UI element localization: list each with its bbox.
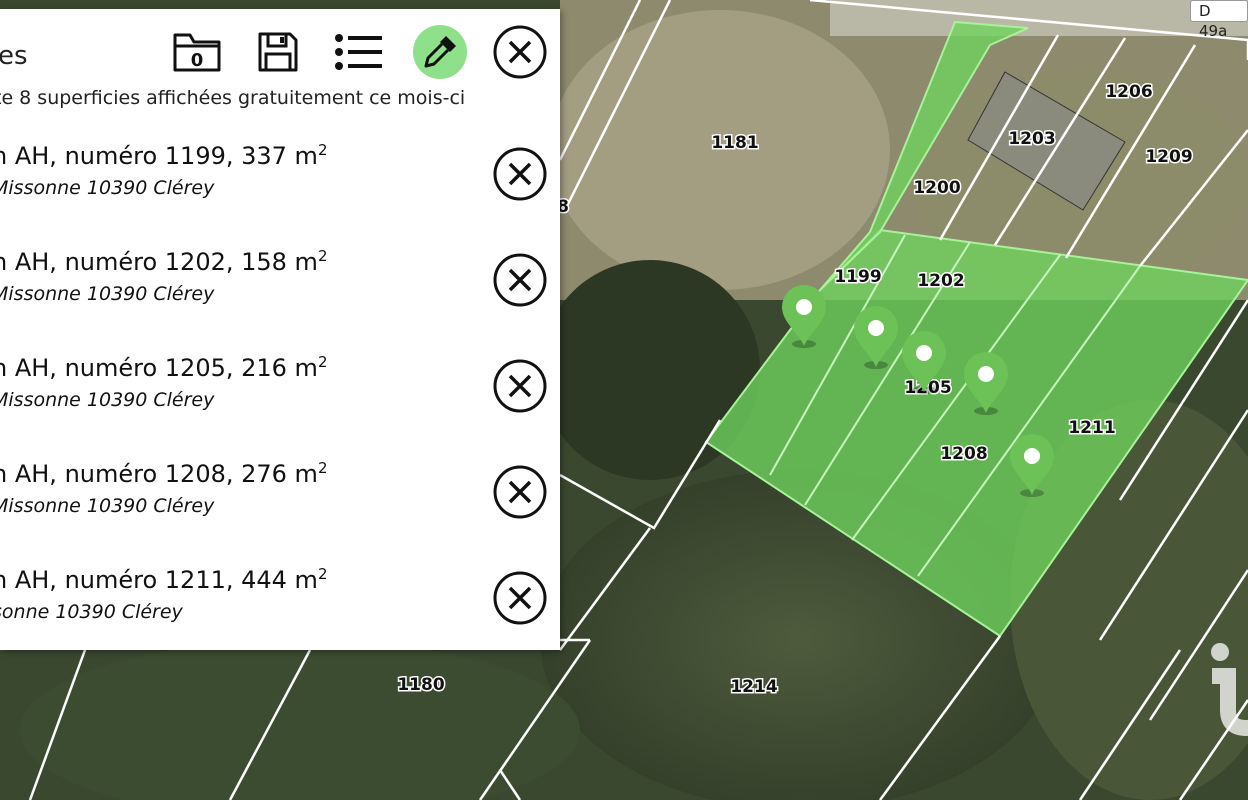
- plot-label-1181: 1181: [711, 133, 758, 153]
- parcel-address: sonne 10390 Clérey: [0, 601, 183, 623]
- folder-icon: 0: [173, 33, 221, 72]
- plot-label-1203: 1203: [1008, 129, 1055, 149]
- plot-label-1202: 1202: [917, 271, 964, 291]
- folder-count: 0: [191, 50, 204, 71]
- parcel-title: n AH, numéro 1199, 337 m2: [0, 141, 328, 170]
- folder-button[interactable]: 0: [170, 25, 224, 79]
- watermark-logo: [1211, 643, 1248, 737]
- parcel-address: Missonne 10390 Clérey: [0, 389, 215, 411]
- eyedropper-icon: [424, 36, 456, 68]
- plot-label-1200: 1200: [913, 178, 960, 198]
- plot-label-1214: 1214: [730, 677, 777, 697]
- remove-parcel-button[interactable]: [493, 465, 547, 519]
- close-icon: [493, 25, 547, 79]
- parcel-list-item: n AH, numéro 1199, 337 m2 Missonne 10390…: [0, 141, 560, 231]
- plot-label-1211: 1211: [1068, 418, 1115, 438]
- list-button[interactable]: [332, 25, 386, 79]
- save-icon: [258, 32, 298, 72]
- parcel-panel: es 0 te 8 superficies affichées gratuite…: [0, 9, 560, 650]
- plot-label-1180: 1180: [397, 675, 444, 695]
- plot-label-1199: 1199: [834, 267, 881, 287]
- free-quota-note: te 8 superficies affichées gratuitement …: [0, 87, 466, 109]
- plot-label-1208: 1208: [940, 444, 987, 464]
- close-panel-button[interactable]: [493, 25, 547, 79]
- parcel-list-item: n AH, numéro 1205, 216 m2 Missonne 10390…: [0, 353, 560, 443]
- remove-parcel-button[interactable]: [493, 359, 547, 413]
- parcel-list-item: n AH, numéro 1202, 158 m2 Missonne 10390…: [0, 247, 560, 337]
- parcel-address: Missonne 10390 Clérey: [0, 283, 215, 305]
- parcel-address: Missonne 10390 Clérey: [0, 495, 215, 517]
- road: [830, 0, 1248, 36]
- parcel-list-item: n AH, numéro 1211, 444 m2 sonne 10390 Cl…: [0, 565, 560, 650]
- parcel-title: n AH, numéro 1211, 444 m2: [0, 565, 328, 594]
- remove-parcel-button[interactable]: [493, 571, 547, 625]
- eyedropper-button[interactable]: [413, 25, 467, 79]
- remove-parcel-button[interactable]: [493, 253, 547, 307]
- parcel-title: n AH, numéro 1202, 158 m2: [0, 247, 328, 276]
- road-label: D 49a: [1190, 0, 1248, 40]
- remove-parcel-button[interactable]: [493, 147, 547, 201]
- plot-label-1209: 1209: [1145, 147, 1192, 167]
- parcel-list-item: n AH, numéro 1208, 276 m2 Missonne 10390…: [0, 459, 560, 549]
- parcel-address: Missonne 10390 Clérey: [0, 177, 215, 199]
- parcel-title: n AH, numéro 1205, 216 m2: [0, 353, 328, 382]
- parcel-title: n AH, numéro 1208, 276 m2: [0, 459, 328, 488]
- plot-label-1206: 1206: [1105, 82, 1152, 102]
- list-icon: [335, 34, 382, 70]
- save-button[interactable]: [251, 25, 305, 79]
- panel-title: es: [0, 41, 28, 71]
